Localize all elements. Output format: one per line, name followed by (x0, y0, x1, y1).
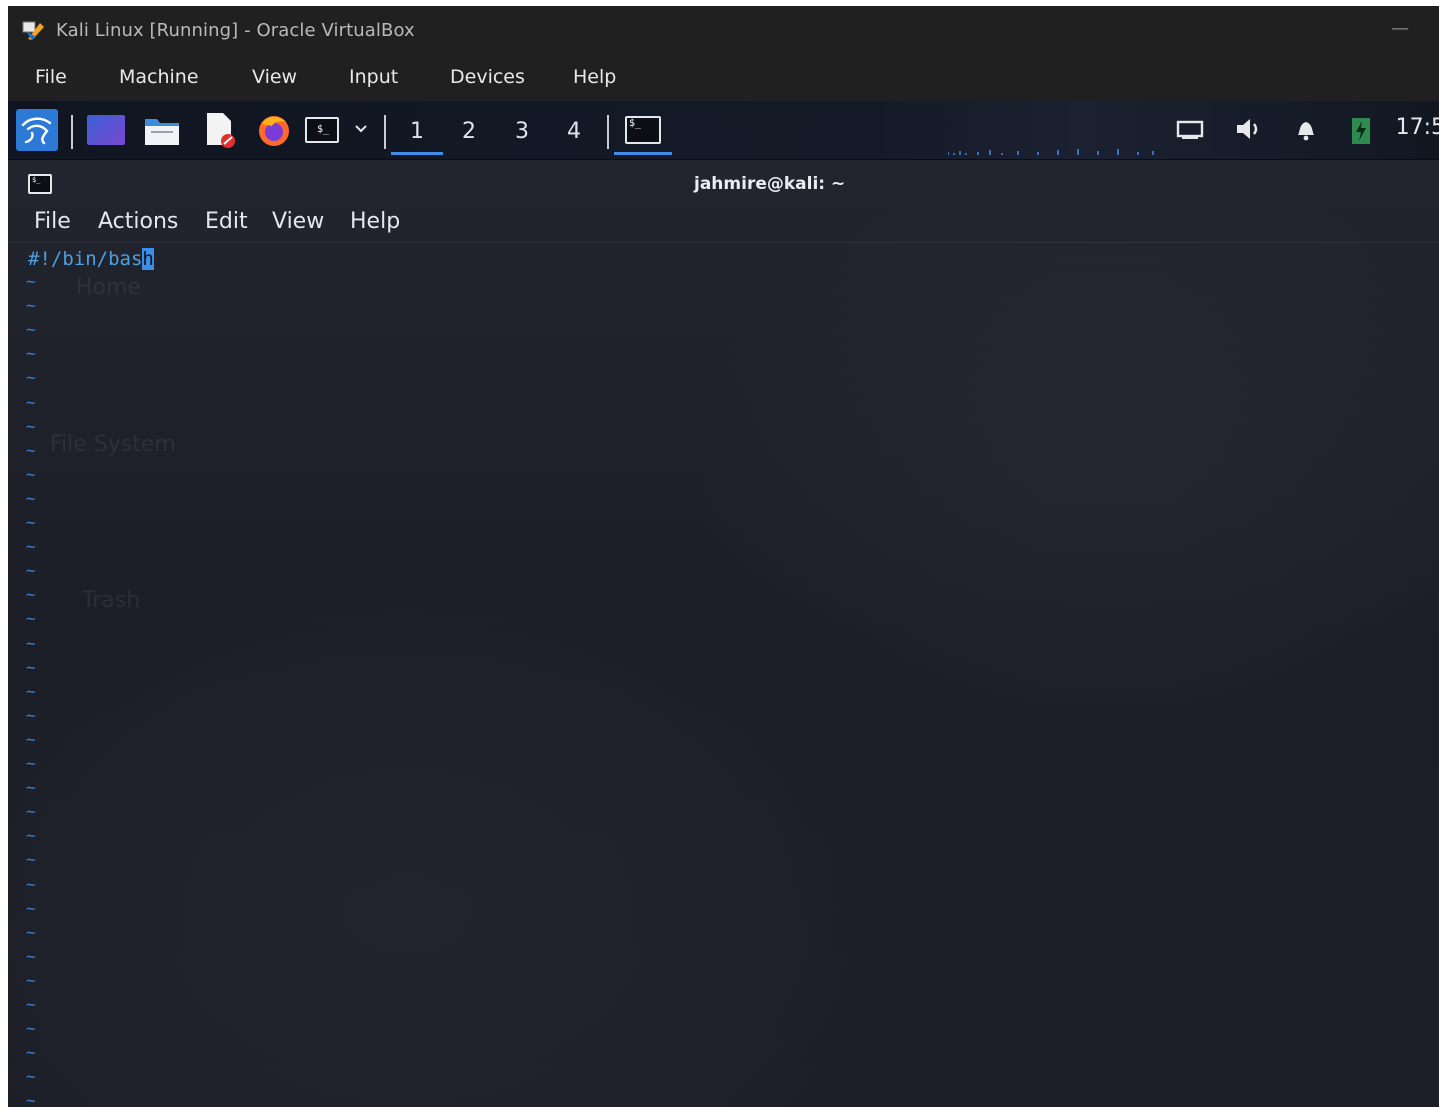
tilde-marker: ~ (26, 850, 36, 870)
desktop-ghost-home: Home (76, 275, 141, 300)
terminal-titlebar-icon: $_ (28, 174, 52, 194)
terminal-menu-edit[interactable]: Edit (205, 209, 248, 234)
vbox-menu-input[interactable]: Input (349, 66, 398, 88)
tilde-marker: ~ (26, 729, 36, 749)
terminal-window: $_ jahmire@kali: ~ File Actions Edit Vie… (8, 160, 1439, 1107)
chevron-down-icon[interactable] (351, 117, 371, 141)
tilde-marker: ~ (26, 464, 36, 484)
tilde-marker: ~ (26, 681, 36, 701)
terminal-title: jahmire@kali: ~ (694, 174, 846, 194)
tilde-marker: ~ (26, 296, 36, 316)
tilde-marker: ~ (26, 705, 36, 725)
tilde-marker: ~ (26, 633, 36, 653)
tilde-marker: ~ (26, 344, 36, 364)
window-title: Kali Linux [Running] - Oracle VirtualBox (56, 19, 415, 41)
battery-charging-icon[interactable] (1348, 115, 1374, 145)
tilde-marker: ~ (26, 1043, 36, 1063)
firefox-icon[interactable] (255, 111, 293, 149)
tilde-marker: ~ (26, 754, 36, 773)
tilde-marker: ~ (26, 802, 36, 822)
tilde-marker: ~ (26, 561, 36, 581)
workspace-3[interactable]: 3 (496, 111, 548, 151)
volume-icon[interactable] (1232, 115, 1264, 143)
tilde-marker: ~ (26, 320, 36, 340)
text-editor-icon[interactable] (201, 111, 239, 149)
tilde-marker: ~ (26, 272, 36, 291)
cpu-graph (948, 147, 1158, 155)
tilde-marker: ~ (26, 778, 36, 798)
vbox-menu-machine[interactable]: Machine (119, 66, 199, 88)
display-icon[interactable] (1174, 117, 1206, 143)
terminal-menu-view[interactable]: View (272, 209, 324, 234)
terminal-menu-actions[interactable]: Actions (98, 209, 178, 234)
tilde-marker: ~ (26, 922, 36, 942)
tilde-marker: ~ (26, 537, 36, 557)
tilde-marker: ~ (26, 368, 36, 388)
minimize-button[interactable]: — (1391, 18, 1409, 39)
virtualbox-app-icon (22, 19, 46, 41)
notification-bell-icon[interactable] (1290, 115, 1322, 143)
vbox-menu-help[interactable]: Help (573, 66, 616, 88)
panel-clock[interactable]: 17:5 (1396, 115, 1439, 140)
terminal-menu-file[interactable]: File (34, 209, 71, 234)
taskbar-terminal-window[interactable]: $_ (614, 107, 672, 155)
virtualbox-window: Kali Linux [Running] - Oracle VirtualBox… (8, 6, 1439, 1107)
tilde-marker: ~ (26, 392, 36, 412)
tilde-marker: ~ (26, 970, 36, 990)
code-text: #!/bin/bas (28, 248, 143, 270)
terminal-window-icon: $_ (625, 115, 661, 144)
kali-top-panel: $_ 1 2 3 4 $_ 17:5 (8, 101, 1439, 160)
show-desktop-icon[interactable] (87, 115, 125, 145)
tilde-marker: ~ (26, 488, 36, 508)
text-cursor: h (142, 248, 154, 270)
tilde-marker: ~ (26, 1067, 36, 1087)
terminal-titlebar: $_ jahmire@kali: ~ (8, 160, 1439, 208)
workspace-4[interactable]: 4 (548, 111, 600, 151)
tilde-marker: ~ (26, 1091, 36, 1107)
vbox-menu-view[interactable]: View (252, 66, 297, 88)
kali-dragon-icon (21, 117, 52, 145)
tilde-marker: ~ (26, 995, 36, 1014)
tilde-marker: ~ (26, 609, 36, 629)
terminal-menu-help[interactable]: Help (350, 209, 400, 234)
terminal-menubar: File Actions Edit View Help (8, 208, 1439, 243)
workspace-1[interactable]: 1 (391, 111, 443, 155)
vbox-titlebar: Kali Linux [Running] - Oracle VirtualBox… (8, 6, 1439, 54)
tilde-marker: ~ (26, 826, 36, 846)
tilde-marker: ~ (26, 657, 36, 677)
vbox-menubar: File Machine View Input Devices Help (8, 54, 1439, 100)
workspace-2[interactable]: 2 (443, 111, 495, 151)
terminal-launcher-icon[interactable]: $_ (305, 117, 339, 143)
vbox-menu-devices[interactable]: Devices (450, 66, 525, 88)
tilde-marker: ~ (26, 416, 36, 436)
vbox-menu-file[interactable]: File (35, 66, 67, 88)
tilde-marker: ~ (26, 874, 36, 894)
tilde-marker: ~ (26, 898, 36, 918)
tilde-marker: ~ (26, 585, 36, 605)
tilde-marker: ~ (26, 946, 36, 966)
kali-menu-button[interactable] (16, 109, 58, 151)
code-line-1[interactable]: #!/bin/bash (28, 248, 154, 270)
desktop-ghost-file-system: File System (50, 432, 176, 457)
vim-editor-area[interactable]: #!/bin/bash ~ ~ ~ ~ ~ ~ ~ ~ ~ ~ ~ ~ ~ ~ ~ ~ ~ ~ ~ ~ ~ ~ ~ ~ ~ ~ ~ ~… (8, 244, 1439, 1107)
tilde-marker: ~ (26, 440, 36, 460)
file-manager-icon[interactable] (143, 113, 181, 147)
tilde-marker: ~ (26, 513, 36, 532)
tilde-marker: ~ (26, 1019, 36, 1039)
desktop-ghost-trash: Trash (82, 588, 141, 613)
